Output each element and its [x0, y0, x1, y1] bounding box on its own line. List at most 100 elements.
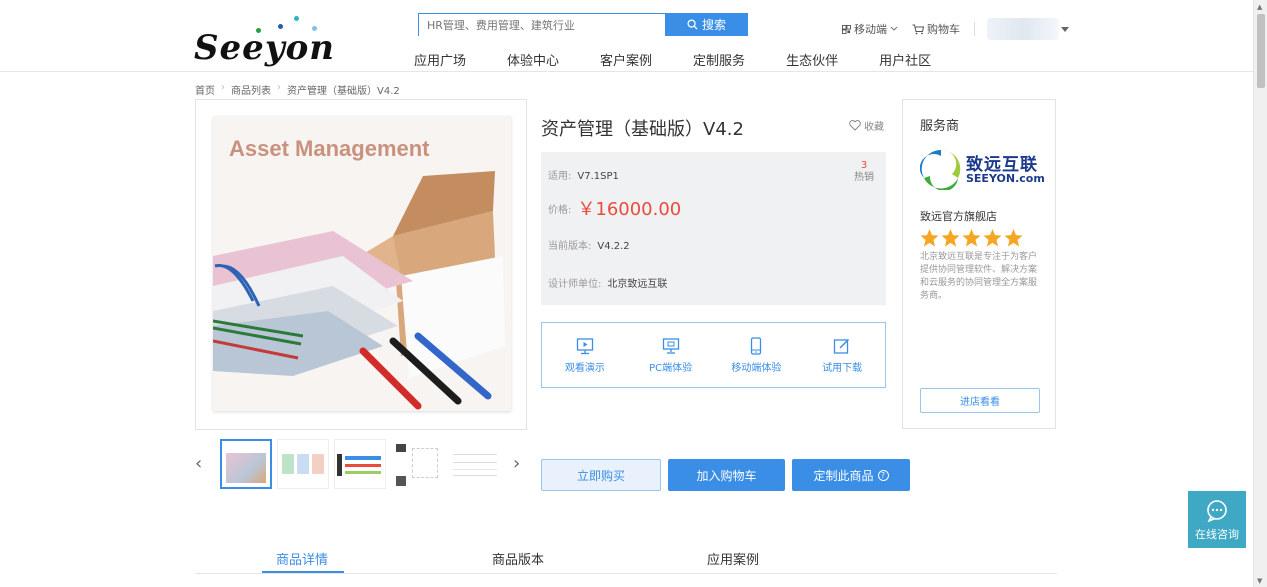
scroll-up-arrow-icon[interactable]: ▲ — [1257, 3, 1262, 11]
breadcrumb: 首页 › 商品列表 › 资产管理（基础版）V4.2 — [195, 82, 400, 97]
hot-count: 3 — [860, 160, 868, 171]
favorite-button[interactable]: 收藏 — [849, 118, 884, 133]
star-icon — [920, 229, 939, 247]
chevron-down-icon — [890, 26, 898, 31]
star-icon — [962, 229, 981, 247]
nav-item-app-square[interactable]: 应用广场 — [414, 50, 466, 69]
thumbnail-3[interactable] — [334, 439, 386, 489]
experience-panel: 观看演示 PC端体验 移动端体验 试用下载 — [541, 322, 886, 388]
tab-product-versions[interactable]: 商品版本 — [492, 549, 544, 568]
search-button-label: 搜索 — [701, 18, 726, 32]
search-icon — [687, 19, 698, 30]
buy-now-button[interactable]: 立即购买 — [541, 459, 661, 491]
breadcrumb-separator-icon: › — [221, 82, 225, 93]
divider — [974, 22, 975, 36]
price-row: 价格: ￥16000.00 — [548, 195, 681, 221]
mobile-experience-label: 移动端体验 — [731, 363, 782, 374]
nav-item-experience-center[interactable]: 体验中心 — [507, 50, 559, 69]
detail-tabs: 商品详情 商品版本 应用案例 — [195, 543, 1057, 574]
nav-item-customer-cases[interactable]: 客户案例 — [600, 50, 652, 69]
online-consult-label: 在线咨询 — [1195, 528, 1239, 541]
thumbnail-2[interactable] — [277, 439, 329, 489]
hot-label: 热销 — [854, 172, 874, 183]
trial-download-button[interactable]: 试用下载 — [799, 323, 885, 387]
designer-row: 设计师单位: 北京致远互联 — [548, 275, 667, 290]
seeyon-logo[interactable]: Seeyon — [194, 14, 344, 68]
pc-experience-button[interactable]: PC端体验 — [628, 323, 714, 387]
tab-product-details[interactable]: 商品详情 — [276, 549, 328, 568]
vendor-description: 北京致远互联是专注于为客户提供协同管理软件、解决方案和云服务的协同管理全方案服务… — [920, 252, 1038, 301]
cart-link[interactable]: 购物车 — [912, 21, 960, 37]
designer-value: 北京致远互联 — [607, 279, 668, 290]
designer-label: 设计师单位: — [548, 279, 602, 290]
logo-wordmark: Seeyon — [194, 28, 335, 68]
binder-illustration — [213, 171, 505, 410]
thumbnail-1[interactable] — [220, 439, 272, 489]
rating-stars — [920, 229, 1023, 247]
page-scrollbar[interactable]: ▲ ▼ — [1253, 0, 1267, 587]
star-icon — [941, 229, 960, 247]
scroll-down-arrow-icon[interactable]: ▼ — [1257, 577, 1262, 585]
nav-item-partners[interactable]: 生态伙伴 — [786, 50, 838, 69]
pc-experience-label: PC端体验 — [649, 363, 693, 374]
applicable-row: 适用: V7.1SP1 — [548, 167, 619, 182]
chat-bubble-icon — [1207, 500, 1227, 522]
customize-product-button[interactable]: 定制此商品 ? — [792, 459, 910, 491]
product-image-panel: Asset Management — [195, 99, 527, 430]
price-label: 价格: — [548, 204, 572, 216]
help-icon[interactable]: ? — [877, 469, 889, 481]
site-header: Seeyon 搜索 应用广场 体验中心 客户案例 定制服务 生态伙伴 用户社区 … — [0, 0, 1253, 72]
price-value: ￥16000.00 — [577, 199, 682, 220]
mobile-experience-button[interactable]: 移动端体验 — [714, 323, 800, 387]
nav-item-community[interactable]: 用户社区 — [879, 50, 931, 69]
version-label: 当前版本: — [548, 241, 592, 252]
vendor-heading: 服务商 — [920, 119, 960, 134]
scrollbar-thumb[interactable] — [1257, 14, 1265, 88]
heart-icon — [849, 120, 861, 131]
vendor-card: 服务商 致远互联 SEEYON.com 致远官方旗舰店 北京致远互联是专注于为客… — [902, 99, 1056, 429]
mobile-label: 移动端 — [854, 23, 887, 36]
chevron-right-icon[interactable]: › — [513, 453, 520, 474]
customize-label: 定制此商品 — [813, 468, 874, 483]
logo-dot-icon — [294, 16, 299, 21]
vendor-logo[interactable]: 致远互联 SEEYON.com — [920, 148, 1045, 192]
search-button[interactable]: 搜索 — [665, 13, 748, 36]
breadcrumb-separator-icon: › — [277, 82, 281, 93]
add-to-cart-button[interactable]: 加入购物车 — [668, 459, 785, 491]
watch-demo-button[interactable]: 观看演示 — [542, 323, 628, 387]
active-tab-indicator — [262, 571, 344, 573]
thumbnail-4[interactable] — [391, 439, 443, 489]
thumbnail-5[interactable] — [448, 439, 500, 489]
star-icon — [1004, 229, 1023, 247]
favorite-label: 收藏 — [864, 122, 884, 133]
chevron-left-icon[interactable]: ‹ — [195, 453, 202, 474]
search-input[interactable] — [419, 15, 665, 36]
tab-application-cases[interactable]: 应用案例 — [707, 549, 759, 568]
monitor-icon — [662, 338, 679, 354]
edit-icon — [833, 338, 850, 354]
main-nav: 应用广场 体验中心 客户案例 定制服务 生态伙伴 用户社区 — [414, 50, 972, 69]
mobile-menu[interactable]: 移动端 — [842, 21, 898, 37]
nav-item-custom-service[interactable]: 定制服务 — [693, 50, 745, 69]
user-account[interactable] — [987, 18, 1059, 40]
online-consult-button[interactable]: 在线咨询 — [1188, 491, 1246, 548]
product-title: 资产管理（基础版）V4.2 — [541, 119, 744, 140]
trial-download-label: 试用下载 — [822, 363, 863, 374]
cart-icon — [912, 24, 924, 34]
enter-shop-button[interactable]: 进店看看 — [920, 388, 1040, 413]
shop-name[interactable]: 致远官方旗舰店 — [920, 208, 997, 224]
qrcode-icon — [842, 24, 851, 34]
hot-sales-badge: 3 热销 — [847, 160, 881, 184]
version-value: V4.2.2 — [597, 241, 630, 252]
applicable-label: 适用: — [548, 171, 572, 182]
breadcrumb-home[interactable]: 首页 — [195, 82, 215, 97]
breadcrumb-current: 资产管理（基础版）V4.2 — [287, 86, 400, 97]
thumbnail-strip: ‹ › — [195, 437, 527, 491]
caret-down-icon[interactable] — [1061, 26, 1069, 32]
breadcrumb-product-list[interactable]: 商品列表 — [231, 82, 271, 97]
play-icon — [576, 338, 594, 355]
header-tools: 移动端 购物车 — [842, 18, 1069, 40]
search-box — [418, 13, 666, 36]
applicable-value: V7.1SP1 — [577, 171, 619, 182]
mobile-icon — [751, 337, 762, 355]
